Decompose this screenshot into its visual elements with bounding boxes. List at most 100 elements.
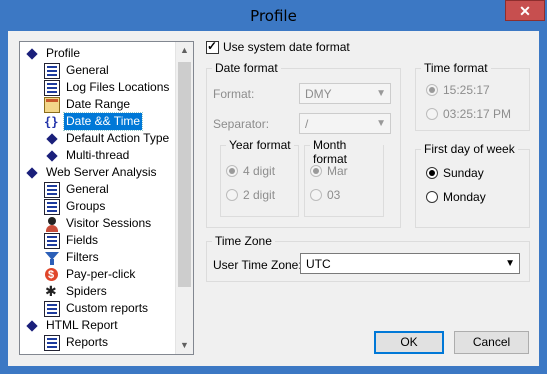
use-system-date-checkbox-row[interactable]: Use system date format xyxy=(206,39,350,54)
tree-item[interactable]: Custom reports xyxy=(44,300,150,317)
format-select[interactable]: DMY ▼ xyxy=(299,83,391,104)
diamond-icon xyxy=(24,318,40,334)
tree-item[interactable]: Fields xyxy=(44,232,100,249)
tree-item-label: Multi-thread xyxy=(66,148,130,162)
diamond-icon xyxy=(24,165,40,181)
first-day-sunday-label: Sunday xyxy=(443,166,484,180)
tree-item-label: Pay-per-click xyxy=(66,267,136,281)
format-label: Format: xyxy=(213,87,255,101)
tree-item[interactable]: Spiders xyxy=(44,283,109,300)
diamond-icon xyxy=(24,46,40,62)
separator-select[interactable]: / ▼ xyxy=(299,113,391,134)
tree-item-label: Profile xyxy=(46,46,81,60)
tree-item-label: Web Server Analysis xyxy=(46,165,157,179)
tree-item[interactable]: Reports xyxy=(44,334,110,351)
tree-item-label: Visitor Sessions xyxy=(66,216,152,230)
month-03-radio[interactable]: 03 xyxy=(310,188,340,202)
spider-icon xyxy=(44,283,60,300)
tree-item[interactable]: Filters xyxy=(44,249,101,266)
ppc-icon xyxy=(44,267,60,284)
tree-item-label: Log Files Locations xyxy=(66,80,170,94)
tree-scrollbar[interactable]: ▲ ▼ xyxy=(175,42,193,354)
use-system-date-checkbox[interactable] xyxy=(206,39,219,54)
calendar-icon xyxy=(44,96,60,113)
tree-item-label: Date Range xyxy=(66,97,131,111)
time-zone-select[interactable]: UTC ▼ xyxy=(300,253,520,274)
time-24h-radio[interactable]: 15:25:17 xyxy=(426,83,490,97)
time-zone-select-value: UTC xyxy=(306,257,331,271)
time-12h-label: 03:25:17 PM xyxy=(443,107,512,121)
profile-dialog: Profile ✕ Profile General Log Files Locati… xyxy=(0,0,547,374)
use-system-date-label: Use system date format xyxy=(223,40,350,54)
separator-label: Separator: xyxy=(213,117,270,131)
tree-item[interactable]: Groups xyxy=(44,198,107,215)
tree-item-label: Reports xyxy=(66,335,109,349)
chevron-down-icon: ▼ xyxy=(376,88,386,99)
window-title: Profile xyxy=(250,7,297,25)
tree-item[interactable]: Default Action Type xyxy=(44,130,171,147)
scroll-up-arrow-icon[interactable]: ▲ xyxy=(176,42,193,59)
tree-item-label: General xyxy=(66,182,109,196)
tree-item-label: HTML Report xyxy=(46,318,118,332)
time-12h-radio[interactable]: 03:25:17 PM xyxy=(426,107,511,121)
month-mar-radio[interactable]: Mar xyxy=(310,164,348,178)
tree-item-label: Custom reports xyxy=(66,301,149,315)
month-mar-label: Mar xyxy=(327,164,348,178)
first-day-monday-radio[interactable]: Monday xyxy=(426,190,486,204)
year-2digit-radio[interactable]: 2 digit xyxy=(226,188,275,202)
tree-item[interactable]: General xyxy=(44,62,111,79)
tree-item[interactable]: Visitor Sessions xyxy=(44,215,153,232)
separator-select-value: / xyxy=(305,117,309,131)
braces-icon: {} xyxy=(44,114,59,129)
month-03-label: 03 xyxy=(327,188,341,202)
first-day-group: First day of week Sunday Monday xyxy=(415,142,530,228)
radio-circle xyxy=(310,189,322,201)
cancel-button[interactable]: Cancel xyxy=(454,331,529,354)
tree-item[interactable]: Date Range xyxy=(44,96,132,113)
tree-item[interactable]: {} Date && Time xyxy=(44,112,144,131)
close-button[interactable]: ✕ xyxy=(505,0,545,21)
tree-item[interactable]: Log Files Locations xyxy=(44,79,171,96)
tree-item[interactable]: Web Server Analysis xyxy=(24,164,159,181)
time-zone-group: Time Zone User Time Zone: UTC ▼ xyxy=(206,234,530,282)
chevron-down-icon: ▼ xyxy=(505,258,515,269)
dialog-body: Profile General Log Files Locations Date Ra… xyxy=(8,31,539,366)
grid-icon xyxy=(44,334,60,351)
year-format-group: Year format 4 digit 2 digit xyxy=(220,138,299,217)
radio-circle xyxy=(310,165,322,177)
tree-item[interactable]: Pay-per-click xyxy=(44,266,137,284)
grid-icon xyxy=(44,79,60,96)
radio-circle xyxy=(426,191,438,203)
tree-item-label: General xyxy=(66,63,109,77)
month-format-group: Month format Mar 03 xyxy=(304,138,384,217)
year-2digit-label: 2 digit xyxy=(243,188,276,202)
grid-icon xyxy=(44,232,60,249)
tree-item[interactable]: Multi-thread xyxy=(44,147,131,164)
tree-item-label: Filters xyxy=(66,250,99,264)
radio-circle xyxy=(226,189,238,201)
grid-icon xyxy=(44,300,60,317)
format-select-value: DMY xyxy=(305,87,332,101)
first-day-sunday-radio[interactable]: Sunday xyxy=(426,166,484,180)
title-bar: Profile ✕ xyxy=(0,0,547,31)
tree-item-label: Spiders xyxy=(66,284,107,298)
diamond-icon xyxy=(44,148,60,164)
settings-tree[interactable]: Profile General Log Files Locations Date Ra… xyxy=(19,41,194,355)
scroll-thumb[interactable] xyxy=(178,62,191,287)
radio-circle xyxy=(226,165,238,177)
grid-icon xyxy=(44,181,60,198)
diamond-icon xyxy=(44,131,60,147)
scroll-down-arrow-icon[interactable]: ▼ xyxy=(176,337,193,354)
tree-item[interactable]: General xyxy=(44,181,111,198)
tree-item[interactable]: HTML Report xyxy=(24,317,120,334)
time-zone-title: Time Zone xyxy=(212,234,275,248)
first-day-title: First day of week xyxy=(421,142,518,156)
ok-button[interactable]: OK xyxy=(374,331,444,354)
radio-circle xyxy=(426,108,438,120)
date-format-title: Date format xyxy=(212,61,281,75)
tree-item[interactable]: Profile xyxy=(24,45,82,62)
user-icon xyxy=(44,216,60,232)
grid-icon xyxy=(44,198,60,215)
year-4digit-radio[interactable]: 4 digit xyxy=(226,164,275,178)
year-4digit-label: 4 digit xyxy=(243,164,276,178)
